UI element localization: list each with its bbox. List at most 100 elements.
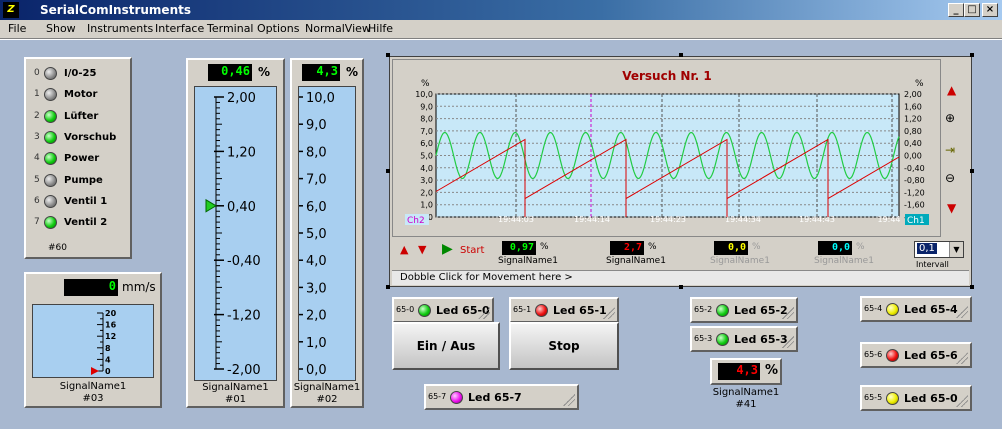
gauge-01-tick-label: -2,00 [227, 363, 261, 378]
resize-grip-icon[interactable] [956, 395, 968, 407]
led-button-65-7[interactable]: 65-7 Led 65-7 [424, 384, 579, 410]
resize-grip-icon[interactable] [563, 394, 575, 406]
selection-handle[interactable] [386, 169, 390, 173]
led-row-index: 5 [34, 174, 40, 185]
zoom-in-icon[interactable]: ⊕ [945, 111, 955, 125]
led-button-id: 65-7 [428, 392, 447, 401]
led-row-1[interactable]: 1 Motor [34, 88, 124, 104]
close-button[interactable]: × [982, 3, 998, 17]
chart-panel[interactable]: Versuch Nr. 1%% 10,0 2,00 9,0 1,60 8,0 1,20 7,0… [389, 56, 972, 287]
selection-handle[interactable] [679, 285, 683, 289]
chart-move-bar[interactable]: Dobble Click for Movement here > [392, 270, 969, 285]
led-row-index: 7 [34, 217, 40, 228]
selection-handle[interactable] [386, 53, 390, 57]
chart-down-icon[interactable]: ▼ [947, 201, 956, 215]
led-button-id: 65-2 [694, 305, 713, 314]
resize-grip-icon[interactable] [956, 306, 968, 318]
resize-grip-icon[interactable] [782, 336, 794, 348]
led-row-7[interactable]: 7 Ventil 2 [34, 216, 124, 232]
title-bar[interactable]: Z SerialComInstruments _ □ × [0, 0, 1002, 20]
menu-instruments[interactable]: Instruments [87, 22, 153, 35]
led-button-65-5[interactable]: 65-5 Led 65-0 [860, 385, 972, 411]
app-icon[interactable]: Z [3, 2, 19, 18]
led-row-6[interactable]: 6 Ventil 1 [34, 194, 124, 211]
left-tick-label: 5,0 [420, 152, 433, 161]
speed-instrument[interactable]: 0 mm/s 20 16 12 8 4 0 SignalName1 #03 [24, 272, 162, 408]
selection-handle[interactable] [970, 169, 974, 173]
led-indicator-icon [44, 109, 57, 123]
readout-unit: % [752, 242, 761, 252]
menu-terminal[interactable]: Terminal [207, 22, 254, 35]
zoom-out-icon[interactable]: ⊖ [945, 171, 955, 185]
resize-grip-icon[interactable] [603, 307, 615, 319]
readout-1[interactable]: 2,7 % SignalName1 [606, 241, 692, 267]
menu-interface[interactable]: Interface [155, 22, 204, 35]
gauge-02-scale-area: 10,0 9,0 8,0 7,0 6,0 5,0 4,0 3,0 2,0 1,0 0,0 [298, 86, 356, 381]
onoff-button[interactable]: Ein / Aus [392, 322, 500, 370]
led-button-65-3[interactable]: 65-3 Led 65-3 [690, 326, 798, 352]
readout-unit: % [856, 242, 865, 252]
scroll-down-icon[interactable]: ▼ [418, 243, 426, 256]
led-yellow-icon [886, 303, 899, 316]
gauge-02[interactable]: 4,3 % 10,0 9,0 8,0 7,0 6,0 5,0 4,0 3,0 2,0 1,0 0,0… [290, 58, 364, 408]
readout-2[interactable]: 0,0 % SignalName1 [710, 241, 796, 267]
minimize-button[interactable]: _ [948, 3, 964, 17]
led-row-label: Motor [64, 89, 98, 101]
selection-handle[interactable] [386, 285, 390, 289]
scroll-up-icon[interactable]: ▲ [400, 243, 408, 256]
readout-3[interactable]: 0,0 % SignalName1 [814, 241, 900, 267]
led-panel[interactable]: 0 I/0-25 1 Motor 2 Lüfter 3 Vorschub 4 Power… [24, 57, 132, 259]
resize-grip-icon[interactable] [782, 307, 794, 319]
speed-display: 0 [64, 279, 118, 296]
led-button-65-6[interactable]: 65-6 Led 65-6 [860, 342, 972, 368]
menu-file[interactable]: File [8, 22, 26, 35]
chevron-down-icon[interactable]: ▼ [949, 242, 963, 257]
led-row-3[interactable]: 3 Vorschub [34, 130, 124, 147]
display-41[interactable]: 4,3 % [710, 358, 782, 385]
led-red-icon [886, 349, 899, 362]
led-button-65-4[interactable]: 65-4 Led 65-4 [860, 296, 972, 322]
time-label: 19:44:03 [498, 215, 534, 224]
start-icon[interactable]: ▶ [442, 241, 453, 257]
stop-button[interactable]: Stop [509, 322, 619, 370]
left-tick-label: 3,0 [420, 176, 433, 185]
menu-hilfe[interactable]: Hilfe [368, 22, 393, 35]
led-row-label: Ventil 2 [64, 217, 108, 229]
menu-normalview[interactable]: NormalView [305, 22, 371, 35]
line-chart[interactable]: Versuch Nr. 1% %10,0 2,009,0 1,608,0 1,207,0… [393, 60, 940, 236]
led-row-2[interactable]: 2 Lüfter [34, 109, 124, 126]
readout-0[interactable]: 0,97 % SignalName1 [498, 241, 584, 267]
speed-pointer-icon [91, 367, 99, 375]
maximize-button[interactable]: □ [964, 3, 980, 17]
chart-up-icon[interactable]: ▲ [947, 83, 956, 97]
led-magenta-icon [450, 391, 463, 404]
right-tick-label: 1,20 [904, 115, 922, 124]
led-row-5[interactable]: 5 Pumpe [34, 173, 124, 190]
gauge-01-unit: % [258, 65, 271, 79]
menu-options[interactable]: Options [257, 22, 299, 35]
left-tick-label: 10,0 [415, 90, 433, 99]
chart-scroll-icon[interactable]: ⇥ [945, 143, 955, 157]
gauge-01-tick-label: 1,20 [227, 145, 256, 160]
gauge-02-tick-label: 4,0 [306, 254, 327, 269]
resize-grip-icon[interactable] [478, 307, 490, 319]
led-button-id: 65-0 [396, 305, 415, 314]
display-41-unit: % [765, 363, 779, 378]
interval-select[interactable]: 0,1 ▼ [914, 241, 964, 258]
led-button-65-1[interactable]: 65-1 Led 65-1 [509, 297, 619, 323]
start-label[interactable]: Start [460, 245, 484, 256]
gauge-01[interactable]: 0,46 % 2,00 1,20 0,40 -0,40 -1,20 -2,00 Signa… [186, 58, 285, 408]
led-row-4[interactable]: 4 Power [34, 152, 124, 168]
gauge-02-tick-label: 8,0 [306, 145, 327, 160]
selection-handle[interactable] [970, 285, 974, 289]
selection-handle[interactable] [679, 53, 683, 57]
readout-name: SignalName1 [498, 256, 558, 266]
led-row-0[interactable]: 0 I/0-25 [34, 67, 124, 83]
led-button-65-2[interactable]: 65-2 Led 65-2 [690, 297, 798, 323]
menu-show[interactable]: Show [46, 22, 76, 35]
resize-grip-icon[interactable] [956, 352, 968, 364]
led-button-label: Led 65-3 [734, 333, 788, 346]
readout-unit: % [648, 242, 657, 252]
led-button-65-0[interactable]: 65-0 Led 65-0 [392, 297, 494, 323]
selection-handle[interactable] [970, 53, 974, 57]
